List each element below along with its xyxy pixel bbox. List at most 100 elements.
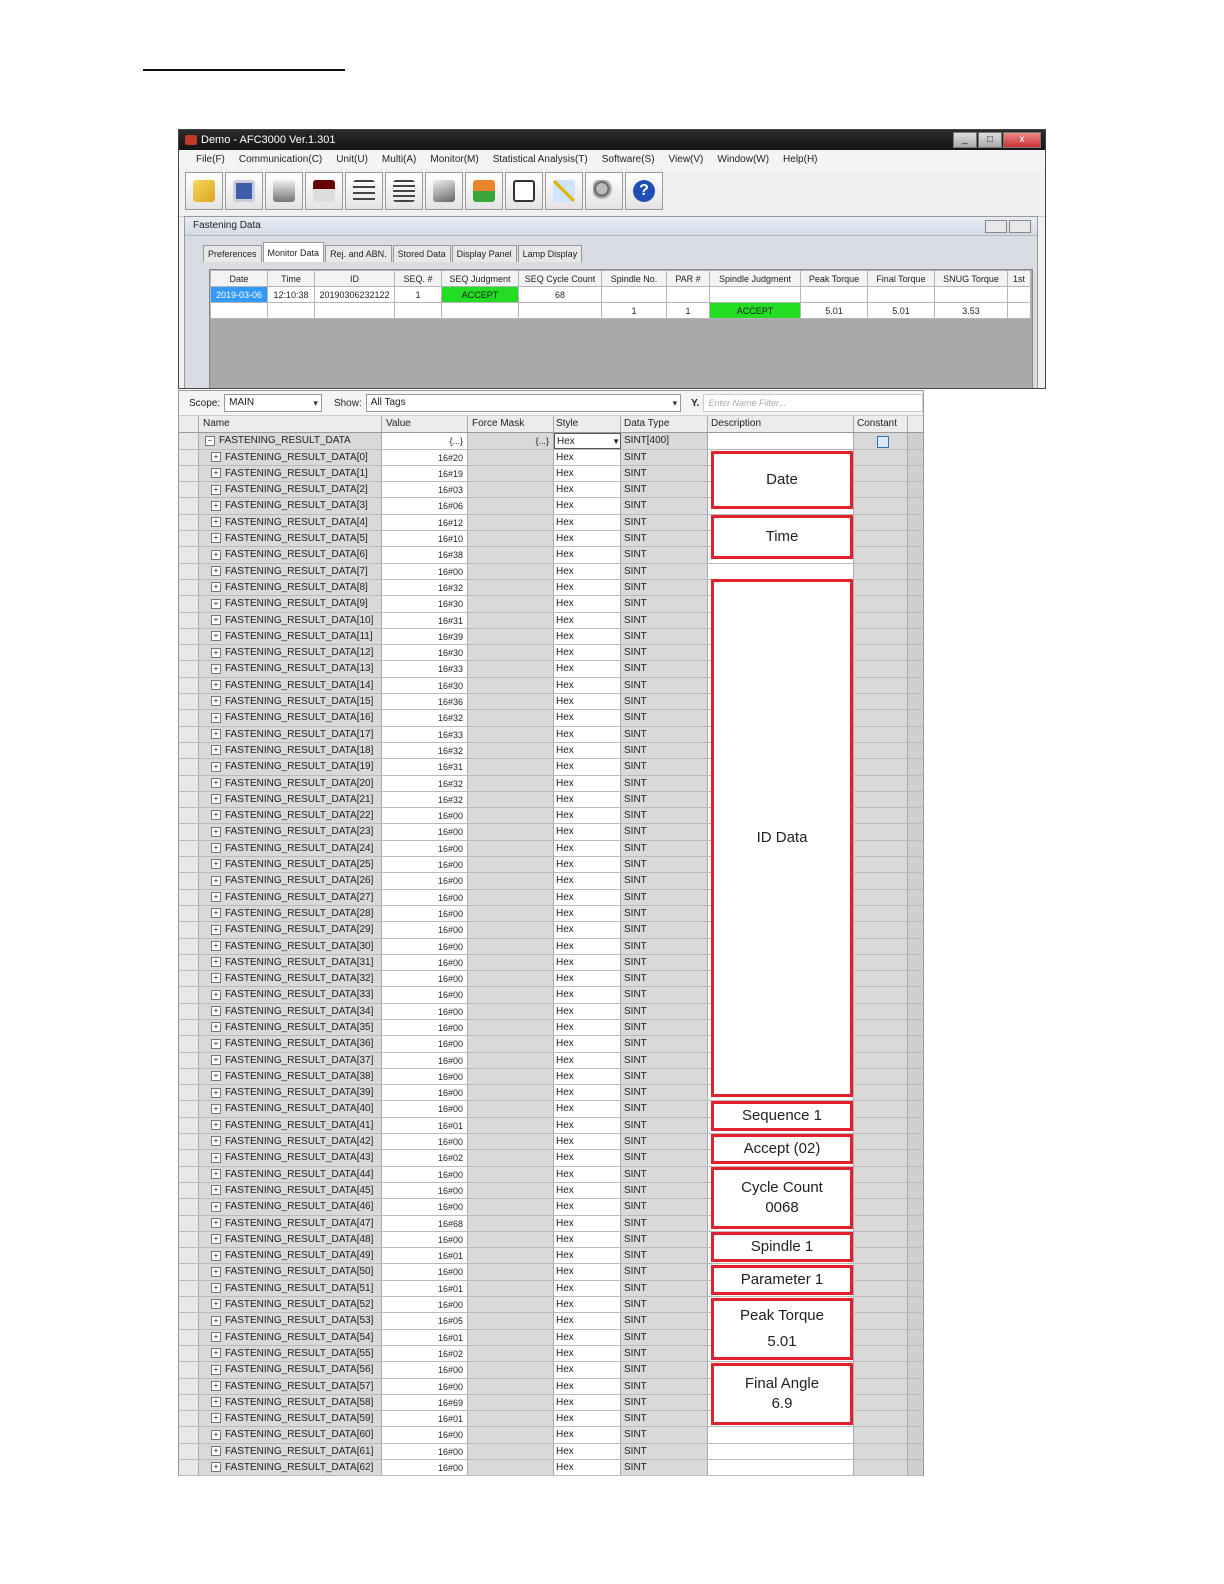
cell-empty[interactable] <box>441 302 519 319</box>
tag-force-mask[interactable] <box>468 775 554 791</box>
tag-force-mask[interactable] <box>468 449 554 465</box>
tag-force-mask[interactable] <box>468 628 554 645</box>
row-selector[interactable] <box>179 840 199 857</box>
expand-icon[interactable]: + <box>211 1038 221 1049</box>
tag-value[interactable]: 16#00 <box>382 1443 468 1459</box>
tag-style[interactable]: Hex <box>554 791 621 808</box>
expand-icon[interactable]: + <box>211 1201 221 1212</box>
tag-style[interactable]: Hex <box>554 498 621 514</box>
menu-help[interactable]: Help(H) <box>776 150 824 170</box>
col-seq-judgment[interactable]: SEQ Judgment <box>441 270 519 287</box>
tag-value[interactable]: 16#00 <box>382 1427 468 1443</box>
tag-force-mask[interactable] <box>468 1411 554 1427</box>
expand-icon[interactable]: + <box>211 1364 221 1375</box>
child-minimize-button[interactable] <box>985 220 1007 233</box>
scope-dropdown[interactable]: MAIN <box>224 394 322 412</box>
cell-snug-torque[interactable]: 3.53 <box>934 302 1008 319</box>
expand-icon[interactable]: + <box>211 598 221 609</box>
tag-force-mask[interactable] <box>468 1003 554 1019</box>
tag-style[interactable]: Hex <box>554 1280 621 1297</box>
tag-style[interactable]: Hex <box>554 661 621 677</box>
tag-force-mask[interactable] <box>468 873 554 889</box>
print-button[interactable] <box>265 172 303 210</box>
tag-value[interactable]: 16#00 <box>382 808 468 824</box>
expand-icon[interactable]: + <box>211 484 221 495</box>
tag-value[interactable]: 16#00 <box>382 1264 468 1280</box>
tag-value[interactable]: 16#00 <box>382 971 468 987</box>
expand-icon[interactable]: + <box>211 924 221 935</box>
tag-style[interactable]: Hex <box>554 596 621 612</box>
cell-seq-judgment[interactable]: ACCEPT <box>441 286 519 303</box>
tag-style[interactable]: Hex <box>554 612 621 628</box>
settings-list-button[interactable] <box>345 172 383 210</box>
expand-icon[interactable]: + <box>211 566 221 577</box>
table-row[interactable]: 1 1 ACCEPT 5.01 5.01 3.53 <box>210 302 1031 319</box>
row-selector[interactable] <box>179 1199 199 1215</box>
row-selector[interactable] <box>179 1166 199 1182</box>
tag-style[interactable]: Hex <box>554 873 621 889</box>
table-row[interactable]: + FASTENING_RESULT_DATA[60] 16#00 Hex SINT <box>179 1427 923 1444</box>
tag-value[interactable]: 16#00 <box>382 938 468 954</box>
tag-force-mask[interactable] <box>468 1280 554 1297</box>
row-selector[interactable] <box>179 1101 199 1117</box>
tag-value[interactable]: 16#00 <box>382 873 468 889</box>
expand-icon[interactable]: + <box>211 1315 221 1326</box>
tag-description[interactable] <box>708 1427 854 1443</box>
tag-force-mask[interactable] <box>468 954 554 971</box>
tag-force-mask[interactable] <box>468 1460 554 1476</box>
tag-value[interactable]: 16#00 <box>382 1460 468 1476</box>
expand-icon[interactable]: + <box>211 1169 221 1180</box>
cell-empty[interactable] <box>1007 302 1031 319</box>
tag-style[interactable]: Hex <box>554 1460 621 1476</box>
tag-style[interactable]: Hex <box>554 449 621 465</box>
row-selector[interactable] <box>179 1117 199 1134</box>
tag-value[interactable]: 16#32 <box>382 710 468 726</box>
tag-value[interactable]: 16#00 <box>382 1068 468 1085</box>
row-selector[interactable] <box>179 1264 199 1280</box>
tree-list-button[interactable] <box>385 172 423 210</box>
tag-force-mask[interactable] <box>468 824 554 840</box>
tag-force-mask[interactable] <box>468 563 554 579</box>
tag-force-mask[interactable] <box>468 1297 554 1313</box>
meter-button[interactable] <box>305 172 343 210</box>
expand-icon[interactable]: + <box>211 1234 221 1245</box>
expand-icon[interactable]: + <box>211 1250 221 1261</box>
tag-description[interactable] <box>708 1460 854 1476</box>
menu-view[interactable]: View(V) <box>662 150 711 170</box>
tag-value[interactable]: 16#01 <box>382 1411 468 1427</box>
tag-style[interactable]: Hex <box>554 1394 621 1411</box>
row-selector[interactable] <box>179 775 199 791</box>
tag-style[interactable]: Hex <box>554 1117 621 1134</box>
tag-force-mask[interactable] <box>468 1166 554 1182</box>
tag-style[interactable]: Hex <box>554 514 621 531</box>
table-row[interactable]: + FASTENING_RESULT_DATA[7] 16#00 Hex SINT <box>179 563 923 580</box>
tag-value[interactable]: 16#00 <box>382 1003 468 1019</box>
cell-spindle-judgment[interactable]: ACCEPT <box>709 302 801 319</box>
tag-value[interactable]: 16#32 <box>382 791 468 808</box>
tag-value[interactable]: 16#02 <box>382 1150 468 1166</box>
tag-force-mask[interactable] <box>468 1036 554 1052</box>
cell-final-torque[interactable]: 5.01 <box>867 302 935 319</box>
tag-force-mask[interactable] <box>468 905 554 922</box>
row-selector[interactable] <box>179 710 199 726</box>
collapse-icon[interactable]: − <box>205 435 215 446</box>
row-selector[interactable] <box>179 1052 199 1068</box>
tag-value[interactable]: 16#00 <box>382 889 468 905</box>
row-selector[interactable] <box>179 677 199 694</box>
tag-force-mask[interactable] <box>468 1313 554 1329</box>
tag-force-mask[interactable] <box>468 1019 554 1036</box>
expand-icon[interactable]: + <box>211 973 221 984</box>
col-force-mask[interactable]: Force Mask <box>468 416 554 433</box>
row-selector[interactable] <box>179 1182 199 1199</box>
row-selector[interactable] <box>179 808 199 824</box>
row-selector[interactable] <box>179 1280 199 1297</box>
menu-software[interactable]: Software(S) <box>595 150 662 170</box>
expand-icon[interactable]: + <box>211 1185 221 1196</box>
tag-value[interactable]: 16#05 <box>382 1313 468 1329</box>
col-peak-torque[interactable]: Peak Torque <box>800 270 868 287</box>
tag-style[interactable]: Hex <box>554 531 621 547</box>
expand-icon[interactable]: + <box>211 1103 221 1114</box>
col-spindle-judgment[interactable]: Spindle Judgment <box>709 270 801 287</box>
tag-style[interactable]: Hex <box>554 824 621 840</box>
row-selector[interactable] <box>179 1378 199 1394</box>
